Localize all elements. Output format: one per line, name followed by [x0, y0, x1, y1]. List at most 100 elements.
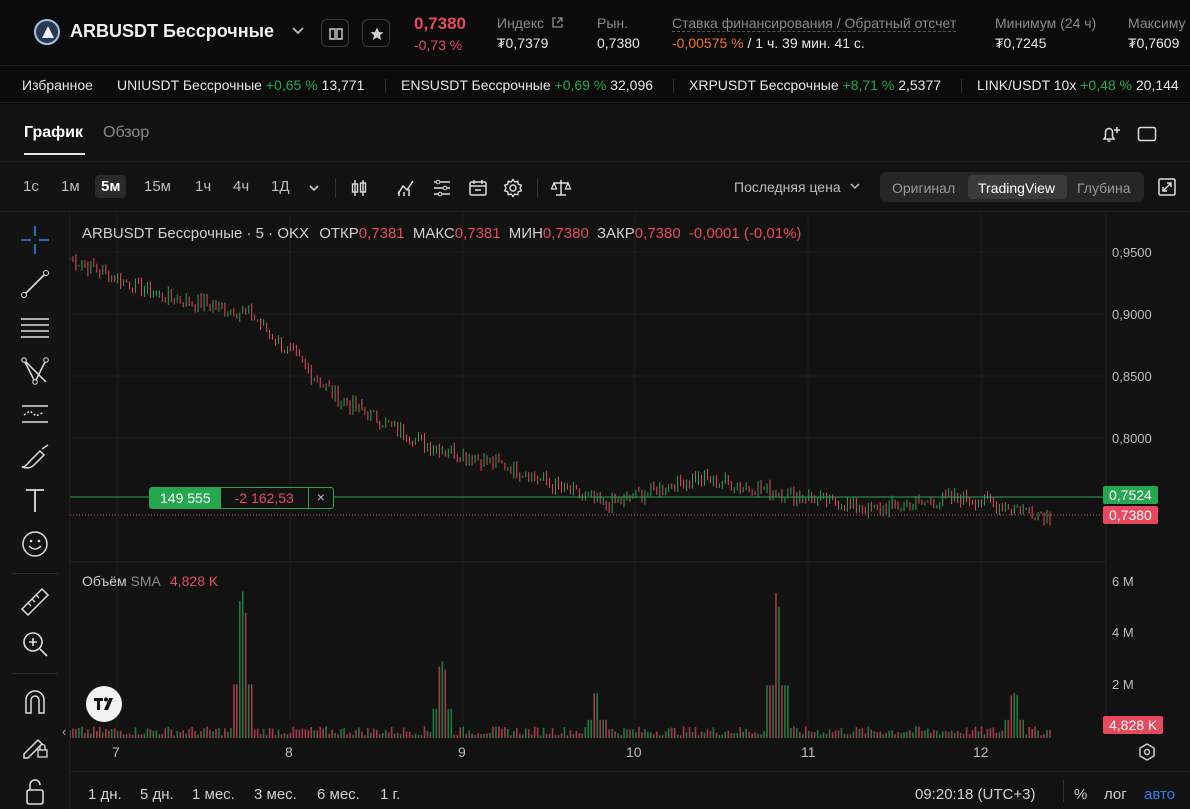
timeframe-15m[interactable]: 15м [144, 178, 171, 195]
price-type-label: Последняя цена [734, 179, 841, 195]
list-settings-icon[interactable] [432, 179, 452, 197]
position-pnl: -2 162,53 [221, 488, 309, 508]
magnet-icon[interactable] [18, 685, 52, 719]
timeframe-1h[interactable]: 1ч [195, 178, 211, 195]
chart-settings-icon[interactable] [1137, 742, 1157, 762]
ruler-icon[interactable] [18, 585, 52, 619]
tab-chart[interactable]: График [24, 124, 83, 142]
favorite-item[interactable]: ENSUSDT Бессрочные +0,69 % 32,096 [401, 77, 653, 93]
scale-balance-icon[interactable] [550, 178, 572, 198]
legend-open-label: ОТКР [319, 225, 359, 242]
range-5d[interactable]: 5 дн. [140, 786, 174, 803]
timeframe-1s[interactable]: 1с [23, 178, 39, 195]
view-switcher: Оригинал TradingView Глубина [880, 172, 1144, 202]
symbol-title[interactable]: ARBUSDT Бессрочные [70, 21, 274, 42]
view-tradingview[interactable]: TradingView [978, 180, 1055, 196]
price-series [70, 253, 1051, 526]
range-1y[interactable]: 1 г. [380, 786, 400, 803]
position-qty: 149 555 [150, 488, 221, 508]
brush-icon[interactable] [18, 441, 52, 475]
volume-series [70, 591, 1051, 738]
timeframe-5m[interactable]: 5м [95, 175, 127, 198]
view-original[interactable]: Оригинал [892, 180, 955, 196]
funding-countdown: / 1 ч. 39 мин. 41 с. [747, 35, 865, 51]
favorite-name: UNIUSDT Бессрочные [117, 77, 262, 93]
view-depth[interactable]: Глубина [1077, 180, 1130, 196]
timeframe-1m[interactable]: 1м [61, 178, 80, 195]
candles-icon[interactable] [350, 178, 368, 198]
favorite-name: LINK/USDT 10x [977, 77, 1077, 93]
favorite-change: +0,69 % [554, 77, 607, 93]
time-axis-tick: 11 [801, 744, 816, 760]
price-chart-canvas[interactable] [70, 213, 1190, 809]
favorite-item[interactable]: XRPUSDT Бессрочные +8,71 % 2,5377 [689, 77, 941, 93]
volume-tag: 4,828 K [1103, 716, 1164, 734]
indicators-icon[interactable] [396, 178, 416, 198]
price-axis-tick: 0,8500 [1112, 369, 1152, 384]
star-icon [370, 27, 384, 40]
range-1d[interactable]: 1 дн. [88, 786, 122, 803]
price-type-select[interactable]: Последняя цена [734, 179, 861, 195]
volume-axis-tick: 2 M [1112, 677, 1134, 692]
zoom-in-icon[interactable] [18, 627, 52, 661]
close-position-icon[interactable]: × [309, 488, 333, 508]
favorite-change: +8,71 % [842, 77, 895, 93]
divider [537, 178, 538, 198]
favorite-price: 20,144 [1135, 77, 1179, 93]
legend-high: 0,7381 [454, 225, 501, 242]
lock-drawing-icon[interactable] [18, 728, 52, 762]
crosshair-icon[interactable] [18, 223, 52, 257]
log-toggle[interactable]: лог [1104, 786, 1127, 803]
low-24h-label: Минимум (24 ч) [995, 15, 1097, 31]
emoji-icon[interactable] [18, 527, 52, 561]
chevron-down-icon[interactable] [290, 22, 306, 38]
window-icon[interactable] [1137, 126, 1157, 142]
auto-toggle[interactable]: авто [1144, 786, 1175, 803]
funding-value: -0,00575 % / 1 ч. 39 мин. 41 с. [672, 35, 865, 51]
fullscreen-icon[interactable] [1158, 178, 1176, 196]
divider [1063, 780, 1064, 802]
text-tool-icon[interactable] [18, 483, 52, 517]
funding-label[interactable]: Ставка финансирования / Обратный отсчет [672, 15, 957, 32]
range-1m[interactable]: 1 мес. [192, 786, 235, 803]
timeframe-1d[interactable]: 1Д [271, 178, 290, 195]
book-button[interactable] [321, 19, 349, 47]
calendar-icon[interactable] [468, 178, 488, 198]
price-axis-tick: 0,8000 [1112, 431, 1152, 446]
tab-overview[interactable]: Обзор [103, 124, 149, 142]
gear-icon[interactable] [503, 178, 523, 198]
position-line-label[interactable]: 149 555 -2 162,53 × [149, 487, 334, 509]
favorites-bar: Избранное UNIUSDT Бессрочные +0,65 % 13,… [0, 67, 1190, 103]
favorite-item[interactable]: UNIUSDT Бессрочные +0,65 % 13,771 [117, 77, 364, 93]
fib-retracement-icon[interactable] [18, 311, 52, 345]
forecast-icon[interactable] [18, 397, 52, 431]
favorite-button[interactable] [362, 19, 390, 47]
favorite-item[interactable]: LINK/USDT 10x +0,48 % 20,144 [977, 77, 1179, 93]
favorite-price: 32,096 [610, 77, 654, 93]
last-price: 0,7380 [414, 14, 466, 33]
legend-change: -0,0001 (-0,01%) [688, 225, 802, 242]
trend-line-icon[interactable] [18, 267, 52, 301]
favorite-change: +0,48 % [1080, 77, 1132, 93]
clock[interactable]: 09:20:18 (UTC+3) [915, 786, 1035, 803]
range-bar: 1 дн. 5 дн. 1 мес. 3 мес. 6 мес. 1 г. 09… [70, 771, 1190, 809]
add-alert-icon[interactable] [1100, 124, 1122, 144]
price-axis-tick: 0,9000 [1112, 307, 1152, 322]
grid [70, 213, 1106, 738]
range-3m[interactable]: 3 мес. [254, 786, 297, 803]
pattern-icon[interactable] [18, 354, 52, 388]
index-label: Индекс [497, 15, 564, 31]
scroll-left-icon[interactable]: ‹ [62, 724, 66, 739]
entry-price-tag: 0,7524 [1103, 486, 1158, 504]
chevron-down-icon[interactable] [307, 181, 321, 195]
percent-toggle[interactable]: % [1074, 786, 1087, 803]
high-24h-label: Максиму [1128, 15, 1186, 31]
lock-icon[interactable] [18, 775, 52, 809]
tradingview-logo-icon[interactable] [86, 686, 122, 722]
chart-area[interactable]: ARBUSDT Бессрочные · 5 · OKX ОТКР0,7381 … [62, 213, 1190, 809]
external-link-icon[interactable] [551, 16, 564, 29]
divider [12, 573, 58, 574]
timeframe-4h[interactable]: 4ч [233, 178, 249, 195]
favorite-price: 13,771 [321, 77, 365, 93]
range-6m[interactable]: 6 мес. [317, 786, 360, 803]
